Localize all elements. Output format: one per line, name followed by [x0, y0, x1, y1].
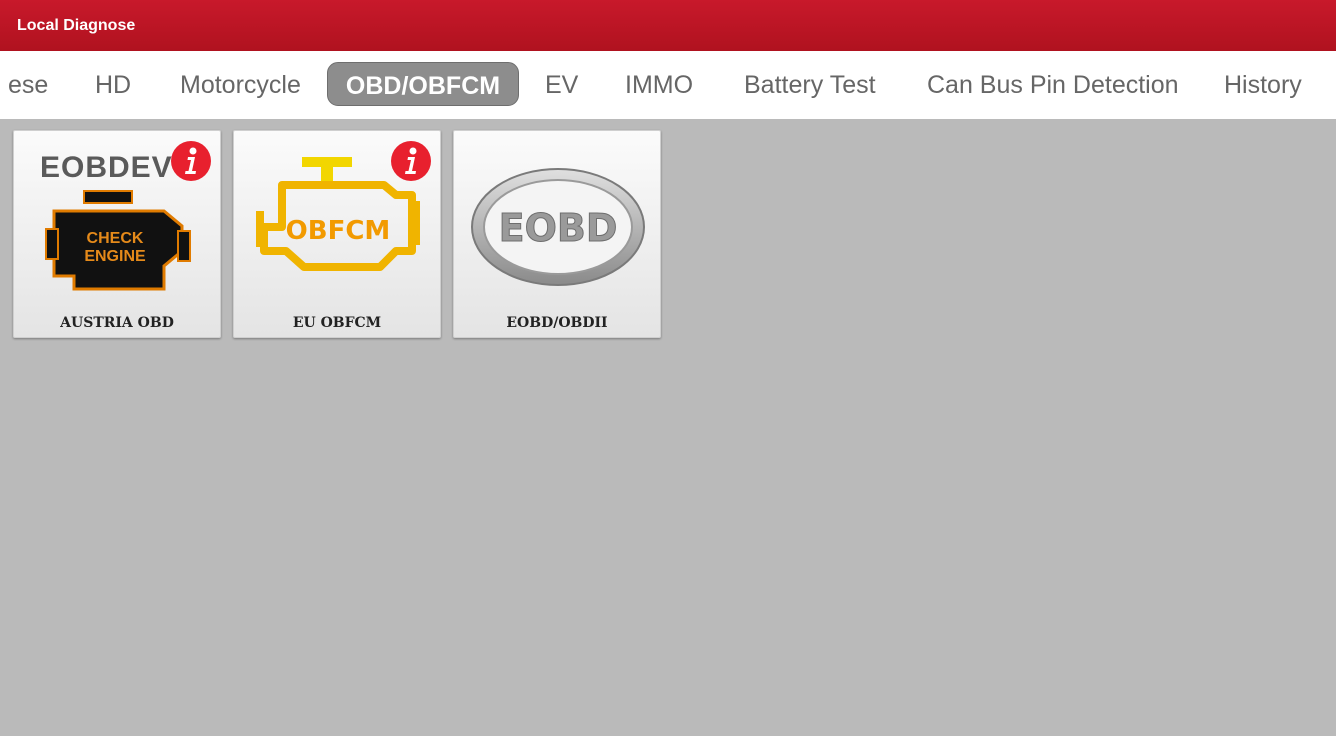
card-label: EU OBFCM — [292, 315, 382, 331]
card-label: AUSTRIA OBD — [60, 315, 174, 331]
app-title: Local Diagnose — [17, 16, 136, 34]
tab-battery-test[interactable]: Battery Test — [744, 62, 876, 106]
tab-chinese[interactable]: ese — [8, 62, 48, 106]
tab-immo[interactable]: IMMO — [625, 62, 693, 106]
info-icon[interactable] — [171, 141, 211, 181]
card-eobd-obdii[interactable]: EOBD EOBD/OBDII — [453, 130, 661, 338]
info-icon[interactable] — [391, 141, 431, 181]
check-text: CHECK — [87, 230, 144, 247]
tab-obd-obfcm[interactable]: OBD/OBFCM — [327, 62, 519, 106]
software-grid: EOBDEV CHECK ENGINE AUSTRIA OBD OBFCM EU… — [0, 119, 1336, 736]
category-tab-bar[interactable]: ese HD Motorcycle OBD/OBFCM EV IMMO Batt… — [0, 51, 1336, 119]
tab-motorcycle[interactable]: Motorcycle — [180, 62, 301, 106]
card-label: EOBD/OBDII — [506, 315, 608, 331]
tab-history[interactable]: History — [1224, 62, 1302, 106]
check-engine-icon: CHECK ENGINE — [45, 190, 191, 291]
card-eu-obfcm[interactable]: OBFCM EU OBFCM — [233, 130, 441, 338]
engine-text: ENGINE — [84, 248, 146, 265]
tab-hd[interactable]: HD — [95, 62, 131, 106]
tab-ev[interactable]: EV — [545, 62, 578, 106]
obfcm-logo-text: OBFCM — [286, 216, 391, 246]
card-austria-obd[interactable]: EOBDEV CHECK ENGINE AUSTRIA OBD — [13, 130, 221, 338]
title-bar: Local Diagnose — [0, 0, 1336, 51]
eobd-logo-text: EOBD — [499, 206, 618, 250]
tab-can-bus-pin-detection[interactable]: Can Bus Pin Detection — [927, 62, 1179, 106]
eobd-logo: EOBD — [471, 168, 645, 286]
eobdev-logo-text: EOBDEV — [40, 151, 173, 184]
